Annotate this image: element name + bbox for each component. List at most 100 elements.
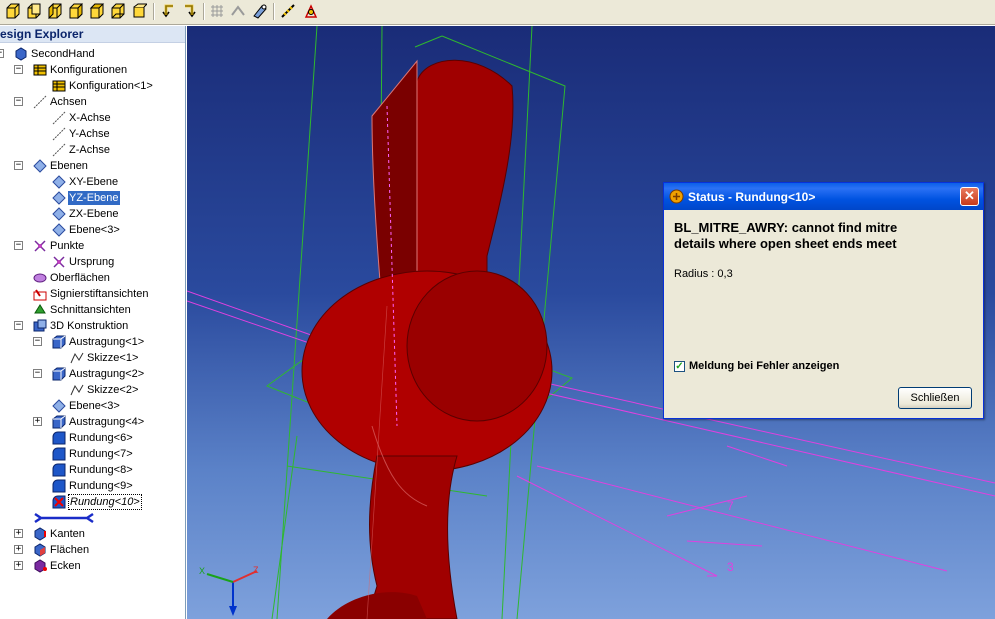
undo-icon[interactable]: [160, 2, 178, 20]
tree-item[interactable]: X-Achse: [52, 110, 112, 126]
tree-item[interactable]: Y-Achse: [52, 126, 111, 142]
section-icon: [33, 303, 47, 317]
tree-item-label: Austragung<1>: [69, 336, 145, 348]
status-dialog: Status - Rundung<10> ✕ BL_MITRE_AWRY: ca…: [663, 182, 984, 419]
expand-icon[interactable]: +: [14, 545, 23, 554]
blend-icon: [52, 463, 66, 477]
expand-icon[interactable]: +: [14, 561, 23, 570]
view-cube-iso-icon[interactable]: [130, 2, 148, 20]
tree-item[interactable]: ZX-Ebene: [52, 206, 120, 222]
blend-error-icon: [52, 495, 66, 509]
rollback-bar-icon: [33, 511, 95, 525]
tree-item[interactable]: [33, 510, 97, 526]
view-cube-front-icon[interactable]: [4, 2, 22, 20]
close-button[interactable]: Schließen: [898, 387, 972, 409]
tree-item[interactable]: Ursprung: [52, 254, 115, 270]
tree-item[interactable]: YZ-Ebene: [52, 190, 120, 206]
collapse-icon[interactable]: −: [14, 161, 23, 170]
tree-item[interactable]: Schnittansichten: [33, 302, 132, 318]
collapse-icon[interactable]: −: [14, 241, 23, 250]
collapse-icon[interactable]: −: [33, 369, 42, 378]
tree-item[interactable]: Rundung<9>: [52, 478, 134, 494]
table-icon: [52, 79, 66, 93]
tree-item[interactable]: Achsen: [33, 94, 88, 110]
radius-value: Radius : 0,3: [674, 268, 733, 280]
tree-item-label: Skizze<2>: [87, 384, 139, 396]
collapse-icon[interactable]: −: [14, 321, 23, 330]
tree-item-label: Rundung<10>: [68, 494, 142, 510]
view-cube-left-icon[interactable]: [46, 2, 64, 20]
main-toolbar: [0, 0, 995, 25]
tree-item-label: Austragung<4>: [69, 416, 145, 428]
tree-item[interactable]: Rundung<6>: [52, 430, 134, 446]
tree-item[interactable]: Austragung<1>: [52, 334, 145, 350]
analyze-icon[interactable]: [302, 2, 320, 20]
tree-item[interactable]: Ebene<3>: [52, 398, 121, 414]
close-icon[interactable]: ✕: [960, 187, 979, 206]
tree-item[interactable]: Signierstiftansichten: [33, 286, 149, 302]
redo-icon[interactable]: [180, 2, 198, 20]
view-cube-right-icon[interactable]: [67, 2, 85, 20]
axis-icon: [52, 127, 66, 141]
tree-item-label: Punkte: [50, 240, 85, 252]
tree-item-label: Rundung<6>: [69, 432, 133, 444]
tree-item[interactable]: Rundung<7>: [52, 446, 134, 462]
blend-icon: [52, 479, 66, 493]
snap-icon[interactable]: [229, 2, 247, 20]
axis-triad: Z X: [199, 565, 259, 616]
markup-icon: [33, 287, 47, 301]
error-message-line: BL_MITRE_AWRY: cannot find mitre: [674, 220, 898, 235]
dialog-titlebar[interactable]: Status - Rundung<10> ✕: [664, 183, 983, 210]
tree-item-label: Ebene<3>: [69, 224, 120, 236]
tree-item[interactable]: Flächen: [33, 542, 90, 558]
tree-item[interactable]: Konfigurationen: [33, 62, 128, 78]
tree-item-label: Ecken: [50, 560, 81, 572]
tree-item[interactable]: Ebene<3>: [52, 222, 121, 238]
plane-icon: [52, 191, 66, 205]
tree-item[interactable]: Austragung<4>: [52, 414, 145, 430]
render-icon[interactable]: [251, 2, 269, 20]
checkbox-check-icon[interactable]: ✓: [674, 360, 685, 372]
blend-icon: [52, 431, 66, 445]
dialog-title: Status - Rundung<10>: [688, 189, 816, 204]
tree-item[interactable]: Skizze<2>: [70, 382, 139, 398]
tree-item[interactable]: Konfiguration<1>: [52, 78, 154, 94]
tree-item[interactable]: 3D Konstruktion: [33, 318, 129, 334]
grid-icon[interactable]: [208, 2, 226, 20]
tree-item[interactable]: Skizze<1>: [70, 350, 139, 366]
view-cube-top-icon[interactable]: [88, 2, 106, 20]
collapse-icon[interactable]: −: [14, 65, 23, 74]
collapse-icon[interactable]: −: [33, 337, 42, 346]
app-icon: [669, 189, 684, 204]
tree-item[interactable]: Punkte: [33, 238, 85, 254]
view-cube-bottom-icon[interactable]: [109, 2, 127, 20]
measure-icon[interactable]: [279, 2, 297, 20]
tree-item-label: Signierstiftansichten: [50, 288, 149, 300]
tree-item[interactable]: XY-Ebene: [52, 174, 119, 190]
axis-x-label: X: [199, 566, 205, 576]
axis-icon: [33, 95, 47, 109]
collapse-icon[interactable]: −: [14, 97, 23, 106]
tree-item[interactable]: Ecken: [33, 558, 82, 574]
plane-icon: [52, 207, 66, 221]
tree-item[interactable]: Oberflächen: [33, 270, 111, 286]
tree-item[interactable]: Kanten: [33, 526, 86, 542]
expand-icon[interactable]: +: [33, 417, 42, 426]
tree-item[interactable]: Rundung<10>: [52, 494, 142, 510]
tree-item[interactable]: Rundung<8>: [52, 462, 134, 478]
plane-icon: [52, 175, 66, 189]
tree-item[interactable]: Austragung<2>: [52, 366, 145, 382]
point-icon: [33, 239, 47, 253]
tree-item[interactable]: Z-Achse: [52, 142, 111, 158]
show-on-error-checkbox[interactable]: ✓ Meldung bei Fehler anzeigen: [674, 360, 839, 372]
tree-item-label: Achsen: [50, 96, 87, 108]
tree-item[interactable]: SecondHand: [14, 46, 96, 62]
expand-icon[interactable]: +: [14, 529, 23, 538]
tree-item[interactable]: Ebenen: [33, 158, 89, 174]
collapse-icon[interactable]: −: [0, 49, 4, 58]
part-icon: [14, 47, 28, 61]
axis-icon: [52, 111, 66, 125]
tree-item-label: ZX-Ebene: [69, 208, 119, 220]
table-icon: [33, 63, 47, 77]
view-cube-back-icon[interactable]: [25, 2, 43, 20]
